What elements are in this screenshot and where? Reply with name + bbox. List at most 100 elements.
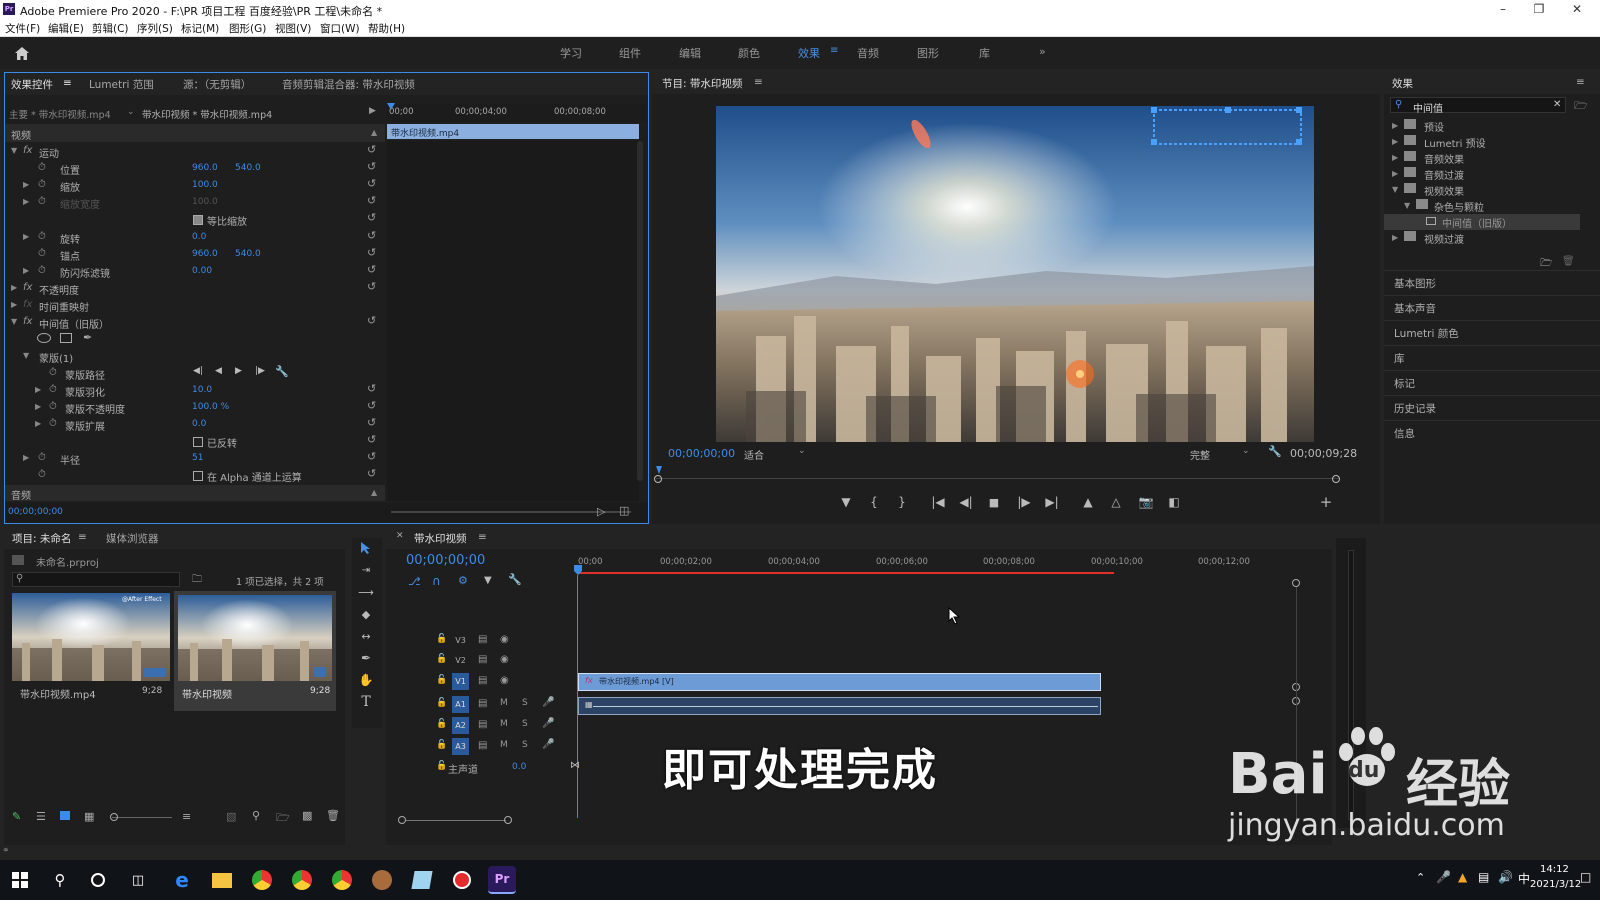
program-title[interactable]: 节目: 带水印视频 [662, 76, 742, 91]
mask-feather-value[interactable]: 10.0 [192, 385, 212, 395]
menu-sequence[interactable]: 序列(S) [137, 21, 173, 36]
project-item-selected[interactable]: 带水印视频 9;28 [174, 591, 336, 711]
ec-timecode[interactable]: 00;00;00;00 [8, 507, 63, 517]
close-icon[interactable]: ✕ [396, 531, 404, 541]
eye-icon[interactable]: ◉ [500, 654, 509, 665]
track-mask-back-icon[interactable]: ◀ [215, 366, 222, 376]
ec-clip-bar[interactable]: 带水印视频.mp4 [387, 124, 639, 139]
track-select-tool-icon[interactable]: ⇥ [356, 560, 376, 580]
reset-scale-icon[interactable]: ↺ [367, 177, 376, 190]
lock-icon[interactable]: 🔓 [436, 675, 447, 685]
trash-icon[interactable]: 🗑 [326, 809, 340, 822]
add-marker-icon[interactable]: ▼ [484, 575, 492, 586]
anchor-x-value[interactable]: 960.0 [192, 249, 218, 259]
reset-rotation-icon[interactable]: ↺ [367, 229, 376, 242]
razor-tool-icon[interactable]: ◆ [356, 604, 376, 624]
lock-icon[interactable]: 🔓 [436, 740, 447, 750]
stopwatch-icon[interactable]: ⏱ [38, 179, 46, 190]
go-to-out-icon[interactable]: ▶| [1042, 492, 1062, 512]
clock-time[interactable]: 14:12 [1540, 864, 1569, 875]
workspace-tab-audio[interactable]: 音频 [857, 45, 879, 61]
sync-lock-icon[interactable]: ▤ [478, 740, 487, 751]
menu-edit[interactable]: 编辑(E) [48, 21, 84, 36]
menu-file[interactable]: 文件(F) [5, 21, 40, 36]
new-item-icon[interactable]: ▩ [302, 809, 312, 822]
ec-zoom-scrollbar[interactable] [391, 511, 631, 513]
minimize-icon[interactable]: – [1488, 1, 1518, 17]
ime-indicator[interactable]: 中 [1518, 870, 1530, 887]
ripple-edit-tool-icon[interactable]: ⟶ [356, 582, 376, 602]
chevron-down-icon[interactable]: ⌄ [127, 107, 135, 117]
sort-icon[interactable]: ≡ [182, 810, 191, 823]
premiere-taskbar-icon[interactable]: Pr [488, 866, 516, 894]
microphone-icon[interactable]: 🎤 [542, 739, 554, 750]
pen-mask-icon[interactable]: ✒ [83, 331, 92, 344]
timeline-horizontal-scroll[interactable] [394, 812, 1294, 826]
flicker-value[interactable]: 0.00 [192, 266, 212, 276]
tree-item-video-effects[interactable]: ▼ 视频效果 [1384, 182, 1600, 198]
expand-rotation-icon[interactable]: ▶ [23, 232, 29, 241]
list-view-icon[interactable]: ☰ [36, 810, 46, 823]
tree-item-audio-transitions[interactable]: ▶ 音频过渡 [1384, 166, 1600, 182]
tree-item-audio-effects[interactable]: ▶ 音频效果 [1384, 150, 1600, 166]
stopwatch-icon[interactable]: ⏱ [49, 367, 57, 378]
filter-icon[interactable]: ▷ [597, 505, 605, 518]
reset-anchor-icon[interactable]: ↺ [367, 246, 376, 259]
chrome-profile-2-icon[interactable] [328, 866, 356, 894]
lift-icon[interactable]: ▲ [1078, 492, 1098, 512]
home-icon[interactable] [12, 43, 32, 63]
chrome-profile-icon[interactable] [288, 866, 316, 894]
expand-feather-icon[interactable]: ▶ [35, 385, 41, 394]
scrub-start-handle[interactable] [654, 475, 662, 483]
track-label-v2[interactable]: V2 [452, 652, 469, 669]
mark-out-icon[interactable]: } [892, 492, 912, 512]
solo-button[interactable]: S [522, 698, 528, 708]
stopwatch-icon[interactable]: ⏱ [49, 384, 57, 395]
volume-icon[interactable]: 🔊 [1498, 870, 1513, 884]
position-x-value[interactable]: 960.0 [192, 163, 218, 173]
camera-icon[interactable]: 📷 [1136, 492, 1156, 512]
stopwatch-icon[interactable]: ⏱ [38, 162, 46, 173]
anchor-y-value[interactable]: 540.0 [235, 249, 261, 259]
panel-menu-icon[interactable]: ≡ [1576, 76, 1585, 88]
audio-clip[interactable]: ▦ [578, 697, 1101, 715]
hand-tool-icon[interactable]: ✋ [356, 670, 376, 690]
eye-icon[interactable]: ◉ [500, 634, 509, 645]
sequence-clip-label[interactable]: 带水印视频 * 带水印视频.mp4 [142, 107, 272, 121]
panel-menu-icon[interactable]: ≡ [78, 531, 87, 543]
track-mask-back-multi-icon[interactable]: ◀| [193, 366, 203, 376]
video-clip[interactable]: fx 带水印视频.mp4 [V] [578, 673, 1101, 691]
tree-item-lumetri-presets[interactable]: ▶ Lumetri 预设 [1384, 134, 1600, 150]
motion-label[interactable]: 运动 [39, 145, 59, 160]
delete-icon[interactable]: 🗑 [1562, 256, 1575, 267]
clear-search-icon[interactable]: ✕ [1553, 99, 1561, 110]
menu-graphics[interactable]: 图形(G) [229, 21, 266, 36]
settings-wrench-icon[interactable]: 🔧 [1268, 445, 1282, 458]
lock-icon[interactable]: 🔓 [436, 698, 447, 708]
app-tray-icon[interactable]: ▲ [1458, 870, 1467, 884]
snap-nest-icon[interactable]: ⎇ [408, 575, 421, 588]
type-tool-icon[interactable]: T [356, 692, 376, 712]
workspace-tab-graphics[interactable]: 图形 [917, 45, 939, 61]
add-marker-icon[interactable]: ▼ [836, 492, 856, 512]
notes-app-icon[interactable] [408, 866, 436, 894]
panel-menu-icon[interactable]: ≡ [63, 77, 72, 89]
sync-lock-icon[interactable]: ▤ [478, 654, 487, 665]
vertical-zoom-top-handle[interactable] [1292, 579, 1300, 587]
reset-uniform-icon[interactable]: ↺ [367, 211, 376, 224]
expand-motion-icon[interactable]: ▼ [11, 146, 17, 155]
wrench-icon[interactable]: 🔧 [275, 365, 289, 378]
track-label-a2[interactable]: A2 [452, 717, 469, 734]
ec-playhead[interactable] [387, 103, 395, 110]
scale-value[interactable]: 100.0 [192, 180, 218, 190]
compare-view-icon[interactable]: ◧ [1164, 492, 1184, 512]
search-icon[interactable]: ⚲ [48, 868, 72, 892]
microphone-icon[interactable]: 🎤 [542, 697, 554, 708]
reset-radius-icon[interactable]: ↺ [367, 450, 376, 463]
track-label-a3[interactable]: A3 [452, 738, 469, 755]
step-forward-icon[interactable]: |▶ [1014, 492, 1034, 512]
reset-flicker-icon[interactable]: ↺ [367, 263, 376, 276]
sync-lock-icon[interactable]: ▤ [478, 719, 487, 730]
stopwatch-icon[interactable]: ⏱ [38, 452, 46, 463]
workspace-tab-learn[interactable]: 学习 [560, 45, 582, 61]
